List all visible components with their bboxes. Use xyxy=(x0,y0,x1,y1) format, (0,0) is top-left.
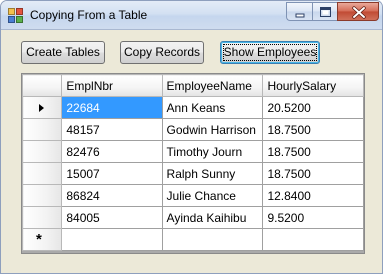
close-icon xyxy=(352,6,366,19)
new-cell-employeename[interactable] xyxy=(161,228,264,251)
title-bar[interactable]: Copying From a Table xyxy=(1,1,382,30)
row-header[interactable] xyxy=(22,162,63,185)
table-row: 82476 Timothy Journ 18.7500 xyxy=(22,140,364,163)
new-cell-hourlysalary[interactable] xyxy=(262,228,364,251)
cell-employeename[interactable]: Timothy Journ xyxy=(161,140,264,163)
employees-table: EmplNbr EmployeeName HourlySalary 22684 … xyxy=(22,74,364,251)
cell-emplnbr[interactable]: 82476 xyxy=(61,140,163,163)
row-header[interactable] xyxy=(22,184,63,207)
maximize-icon xyxy=(320,7,331,17)
cell-hourlysalary[interactable]: 18.7500 xyxy=(262,162,364,185)
cell-hourlysalary[interactable]: 9.5200 xyxy=(262,206,364,229)
current-row-arrow-icon xyxy=(39,104,44,112)
table-row: 22684 Ann Keans 20.5200 xyxy=(22,96,364,119)
cell-emplnbr[interactable]: 86824 xyxy=(61,184,163,207)
cell-employeename[interactable]: Ayinda Kaihibu xyxy=(161,206,264,229)
cell-hourlysalary[interactable]: 20.5200 xyxy=(262,96,364,119)
cell-hourlysalary[interactable]: 12.8400 xyxy=(262,184,364,207)
row-header[interactable]: * xyxy=(22,228,63,251)
cell-hourlysalary[interactable]: 18.7500 xyxy=(262,118,364,141)
cell-emplnbr[interactable]: 84005 xyxy=(61,206,163,229)
cell-employeename[interactable]: Godwin Harrison xyxy=(161,118,264,141)
cell-hourlysalary[interactable]: 18.7500 xyxy=(262,140,364,163)
new-cell-emplnbr[interactable] xyxy=(61,228,163,251)
cell-emplnbr[interactable]: 48157 xyxy=(61,118,163,141)
corner-header[interactable] xyxy=(22,74,63,97)
employees-data-grid[interactable]: EmplNbr EmployeeName HourlySalary 22684 … xyxy=(21,73,365,254)
close-button[interactable] xyxy=(337,2,379,21)
new-row-asterisk-icon: * xyxy=(36,231,42,248)
column-header-employeename[interactable]: EmployeeName xyxy=(161,74,264,97)
cell-emplnbr[interactable]: 22684 xyxy=(61,96,163,119)
copy-records-button[interactable]: Copy Records xyxy=(120,41,204,64)
create-tables-button[interactable]: Create Tables xyxy=(21,41,105,64)
table-row: 86824 Julie Chance 12.8400 xyxy=(22,184,364,207)
header-row: EmplNbr EmployeeName HourlySalary xyxy=(22,74,364,97)
row-header[interactable] xyxy=(22,118,63,141)
row-header[interactable] xyxy=(22,140,63,163)
table-row: 15007 Ralph Sunny 18.7500 xyxy=(22,162,364,185)
new-row: * xyxy=(22,228,364,251)
column-header-emplnbr[interactable]: EmplNbr xyxy=(61,74,163,97)
cell-emplnbr[interactable]: 15007 xyxy=(61,162,163,185)
show-employees-button[interactable]: Show Employees xyxy=(220,41,320,64)
table-row: 84005 Ayinda Kaihibu 9.5200 xyxy=(22,206,364,229)
cell-employeename[interactable]: Ralph Sunny xyxy=(161,162,264,185)
table-row: 48157 Godwin Harrison 18.7500 xyxy=(22,118,364,141)
row-header[interactable] xyxy=(22,96,63,119)
row-header[interactable] xyxy=(22,206,63,229)
main-window: Copying From a Table Create Tables Copy … xyxy=(0,0,383,274)
window-title: Copying From a Table xyxy=(30,8,148,22)
cell-employeename[interactable]: Ann Keans xyxy=(161,96,264,119)
maximize-button[interactable] xyxy=(312,2,337,21)
column-header-hourlysalary[interactable]: HourlySalary xyxy=(262,74,364,97)
minimize-icon xyxy=(295,13,305,18)
cell-employeename[interactable]: Julie Chance xyxy=(161,184,264,207)
app-icon[interactable] xyxy=(8,8,24,24)
minimize-button[interactable] xyxy=(286,2,312,21)
